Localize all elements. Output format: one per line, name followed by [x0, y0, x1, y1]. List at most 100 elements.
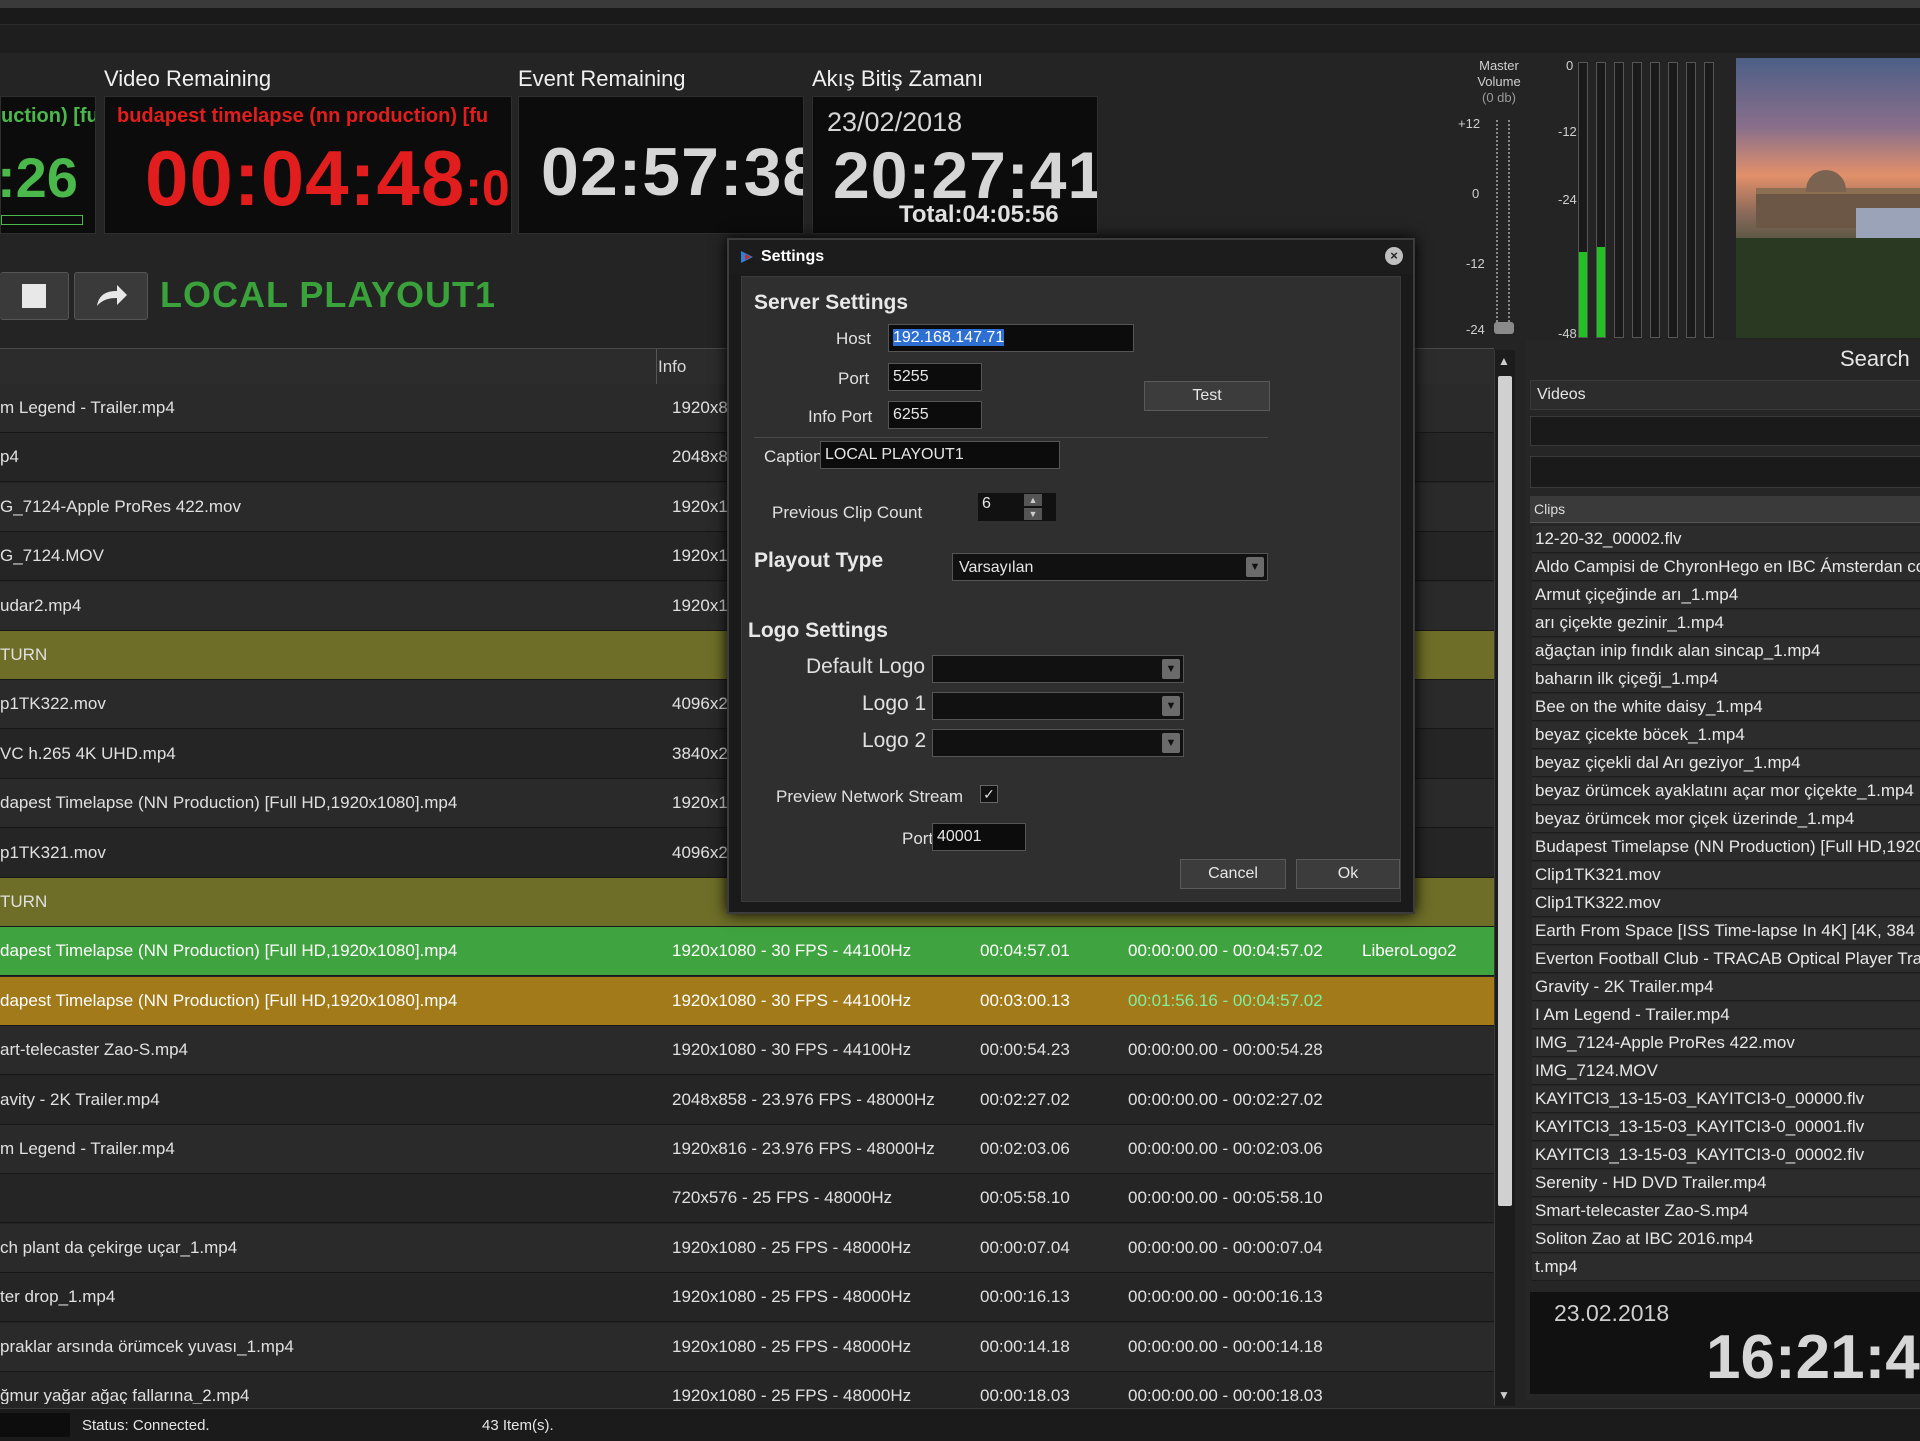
playout-type-label: Playout Type	[754, 549, 884, 572]
row-info: 1920x1080 - 30 FPS - 44100Hz	[672, 941, 912, 961]
list-item[interactable]: Earth From Space [ISS Time-lapse In 4K] …	[1532, 918, 1920, 945]
info-port-input[interactable]: 6255	[888, 401, 982, 429]
caption-input[interactable]: LOCAL PLAYOUT1	[820, 441, 1060, 469]
list-item[interactable]: Smart-telecaster Zao-S.mp4	[1532, 1198, 1920, 1225]
video-remaining-panel: budapest timelapse (nn production) [fu 0…	[104, 96, 512, 234]
settings-dialog: Settings × Server Settings Host 192.168.…	[727, 238, 1415, 914]
list-item[interactable]: IMG_7124.MOV	[1532, 1058, 1920, 1085]
list-item[interactable]: IMG_7124-Apple ProRes 422.mov	[1532, 1030, 1920, 1057]
clips-header: Clips	[1530, 496, 1920, 523]
close-icon[interactable]: ×	[1385, 247, 1403, 265]
row-range: 00:00:00.00 - 00:00:18.03	[1128, 1386, 1323, 1404]
playout-type-select[interactable]: Varsayılan ▼	[952, 553, 1268, 581]
stream-port-input[interactable]: 40001	[932, 823, 1026, 851]
settings-body: Server Settings Host 192.168.147.71 Port…	[741, 276, 1401, 902]
list-item-label: Aldo Campisi de ChyronHego en IBC Ámster…	[1535, 557, 1920, 576]
list-item[interactable]: baharın ilk çiçeği_1.mp4	[1532, 666, 1920, 693]
host-input[interactable]: 192.168.147.71	[888, 324, 1134, 352]
list-item[interactable]: beyaz çiçekli dal Arı geziyor_1.mp4	[1532, 750, 1920, 777]
table-row[interactable]: ğmur yağar ağaç fallarına_2.mp4 1920x1080…	[0, 1372, 1494, 1404]
skip-next-button[interactable]	[74, 272, 148, 320]
row-duration: 00:00:07.04	[980, 1237, 1070, 1257]
list-item[interactable]: KAYITCI3_13-15-03_KAYITCI3-0_00002.flv	[1532, 1142, 1920, 1169]
table-row[interactable]: ter drop_1.mp4 1920x1080 - 25 FPS - 48000…	[0, 1273, 1494, 1323]
list-item-label: Armut çiçeğinde arı_1.mp4	[1535, 585, 1739, 604]
chevron-down-icon: ▼	[1162, 659, 1180, 679]
master-volume-slider[interactable]	[1494, 322, 1514, 334]
table-row[interactable]: avity - 2K Trailer.mp4 2048x858 - 23.976 …	[0, 1075, 1494, 1125]
list-item[interactable]: beyaz örümcek ayaklatını açar mor çiçekt…	[1532, 778, 1920, 805]
list-item-label: IMG_7124-Apple ProRes 422.mov	[1535, 1033, 1795, 1052]
previous-clip-count-input[interactable]: 6	[978, 493, 1056, 521]
master-scale-12: +12	[1458, 116, 1481, 131]
cancel-button[interactable]: Cancel	[1180, 859, 1286, 889]
row-range: 00:00:00.00 - 00:00:54.28	[1128, 1040, 1323, 1060]
port-input[interactable]: 5255	[888, 363, 982, 391]
list-item[interactable]: beyaz örümcek mor çiçek üzerinde_1.mp4	[1532, 806, 1920, 833]
row-name: dapest Timelapse (NN Production) [Full H…	[0, 990, 458, 1010]
library-search-input[interactable]	[1530, 416, 1920, 446]
vu-meter-bars	[1578, 62, 1732, 338]
spin-up-icon[interactable]: ▲	[1024, 494, 1042, 506]
list-item[interactable]: ağaçtan inip fındık alan sincap_1.mp4	[1532, 638, 1920, 665]
list-item[interactable]: Clip1TK321.mov	[1532, 862, 1920, 889]
row-info: 1920x1080 - 25 FPS - 48000Hz	[672, 1386, 912, 1404]
category-select[interactable]: Videos	[1530, 380, 1920, 410]
playlist-scrollbar[interactable]: ▲ ▼	[1494, 350, 1515, 1406]
list-item[interactable]: t.mp4	[1532, 1254, 1920, 1281]
ok-button[interactable]: Ok	[1296, 859, 1400, 889]
default-logo-select[interactable]: ▼	[932, 655, 1184, 683]
list-item-label: arı çiçekte gezinir_1.mp4	[1535, 613, 1724, 632]
table-row[interactable]: 720x576 - 25 FPS - 48000Hz 00:05:58.10 00:…	[0, 1174, 1494, 1224]
list-item[interactable]: KAYITCI3_13-15-03_KAYITCI3-0_00001.flv	[1532, 1114, 1920, 1141]
library-filter-input[interactable]	[1530, 456, 1920, 488]
preview-network-stream-checkbox[interactable]: ✓	[980, 785, 998, 803]
list-item[interactable]: Aldo Campisi de ChyronHego en IBC Ámster…	[1532, 554, 1920, 581]
info-column-header[interactable]: Info	[658, 357, 686, 377]
stop-button[interactable]	[0, 272, 69, 320]
settings-titlebar: Settings ×	[729, 240, 1413, 274]
row-info: 720x576 - 25 FPS - 48000Hz	[672, 1188, 893, 1208]
table-row[interactable]: m Legend - Trailer.mp4 1920x816 - 23.976 …	[0, 1125, 1494, 1174]
table-row[interactable]: ch plant da çekirge uçar_1.mp4 1920x1080 …	[0, 1223, 1494, 1273]
list-item[interactable]: Clip1TK322.mov	[1532, 890, 1920, 917]
test-button[interactable]: Test	[1144, 381, 1270, 411]
spin-down-icon[interactable]: ▼	[1024, 508, 1042, 520]
list-item[interactable]: Serenity - HD DVD Trailer.mp4	[1532, 1170, 1920, 1197]
master-volume-label-line2: Volume	[1477, 74, 1521, 89]
table-row[interactable]: dapest Timelapse (NN Production) [Full H…	[0, 976, 1494, 1026]
list-item[interactable]: Budapest Timelapse (NN Production) [Full…	[1532, 834, 1920, 861]
info-port-value: 6255	[893, 406, 929, 423]
list-item[interactable]: Gravity - 2K Trailer.mp4	[1532, 974, 1920, 1001]
table-row[interactable]: praklar arsında örümcek yuvası_1.mp4 1920…	[0, 1322, 1494, 1372]
list-item[interactable]: I Am Legend - Trailer.mp4	[1532, 1002, 1920, 1029]
list-item[interactable]: Bee on the white daisy_1.mp4	[1532, 694, 1920, 721]
scrollbar-thumb[interactable]	[1498, 376, 1512, 1206]
table-row[interactable]: dapest Timelapse (NN Production) [Full H…	[0, 927, 1494, 977]
list-item[interactable]: Everton Football Club - TRACAB Optical P…	[1532, 946, 1920, 973]
row-duration: 00:00:54.23	[980, 1040, 1070, 1060]
list-item[interactable]: KAYITCI3_13-15-03_KAYITCI3-0_00000.flv	[1532, 1086, 1920, 1113]
logo1-select[interactable]: ▼	[932, 692, 1184, 720]
list-item[interactable]: 12-20-32_00002.flv	[1532, 526, 1920, 553]
scroll-up-icon[interactable]: ▲	[1498, 354, 1510, 368]
list-item[interactable]: arı çiçekte gezinir_1.mp4	[1532, 610, 1920, 637]
row-name: ğmur yağar ağaç fallarına_2.mp4	[0, 1386, 250, 1404]
list-item[interactable]: Armut çiçeğinde arı_1.mp4	[1532, 582, 1920, 609]
app-icon	[741, 251, 753, 263]
list-item[interactable]: Soliton Zao at IBC 2016.mp4	[1532, 1226, 1920, 1253]
redo-arrow-icon	[97, 285, 127, 306]
info-port-label: Info Port	[808, 407, 873, 426]
row-name: TURN	[0, 645, 48, 664]
stream-port-value: 40001	[937, 828, 982, 845]
row-name: m Legend - Trailer.mp4	[0, 398, 175, 417]
row-range: 00:00:00.00 - 00:04:57.02	[1128, 941, 1323, 961]
list-item-label: beyaz çiçekli dal Arı geziyor_1.mp4	[1535, 753, 1801, 772]
list-item[interactable]: beyaz çicekte böcek_1.mp4	[1532, 722, 1920, 749]
master-volume-label-line3: (0 db)	[1482, 90, 1516, 105]
caption-value: LOCAL PLAYOUT1	[825, 446, 964, 463]
logo2-select[interactable]: ▼	[932, 729, 1184, 757]
scroll-down-icon[interactable]: ▼	[1498, 1388, 1510, 1402]
row-duration: 00:02:27.02	[980, 1089, 1070, 1109]
table-row[interactable]: art-telecaster Zao-S.mp4 1920x1080 - 30 F…	[0, 1026, 1494, 1076]
